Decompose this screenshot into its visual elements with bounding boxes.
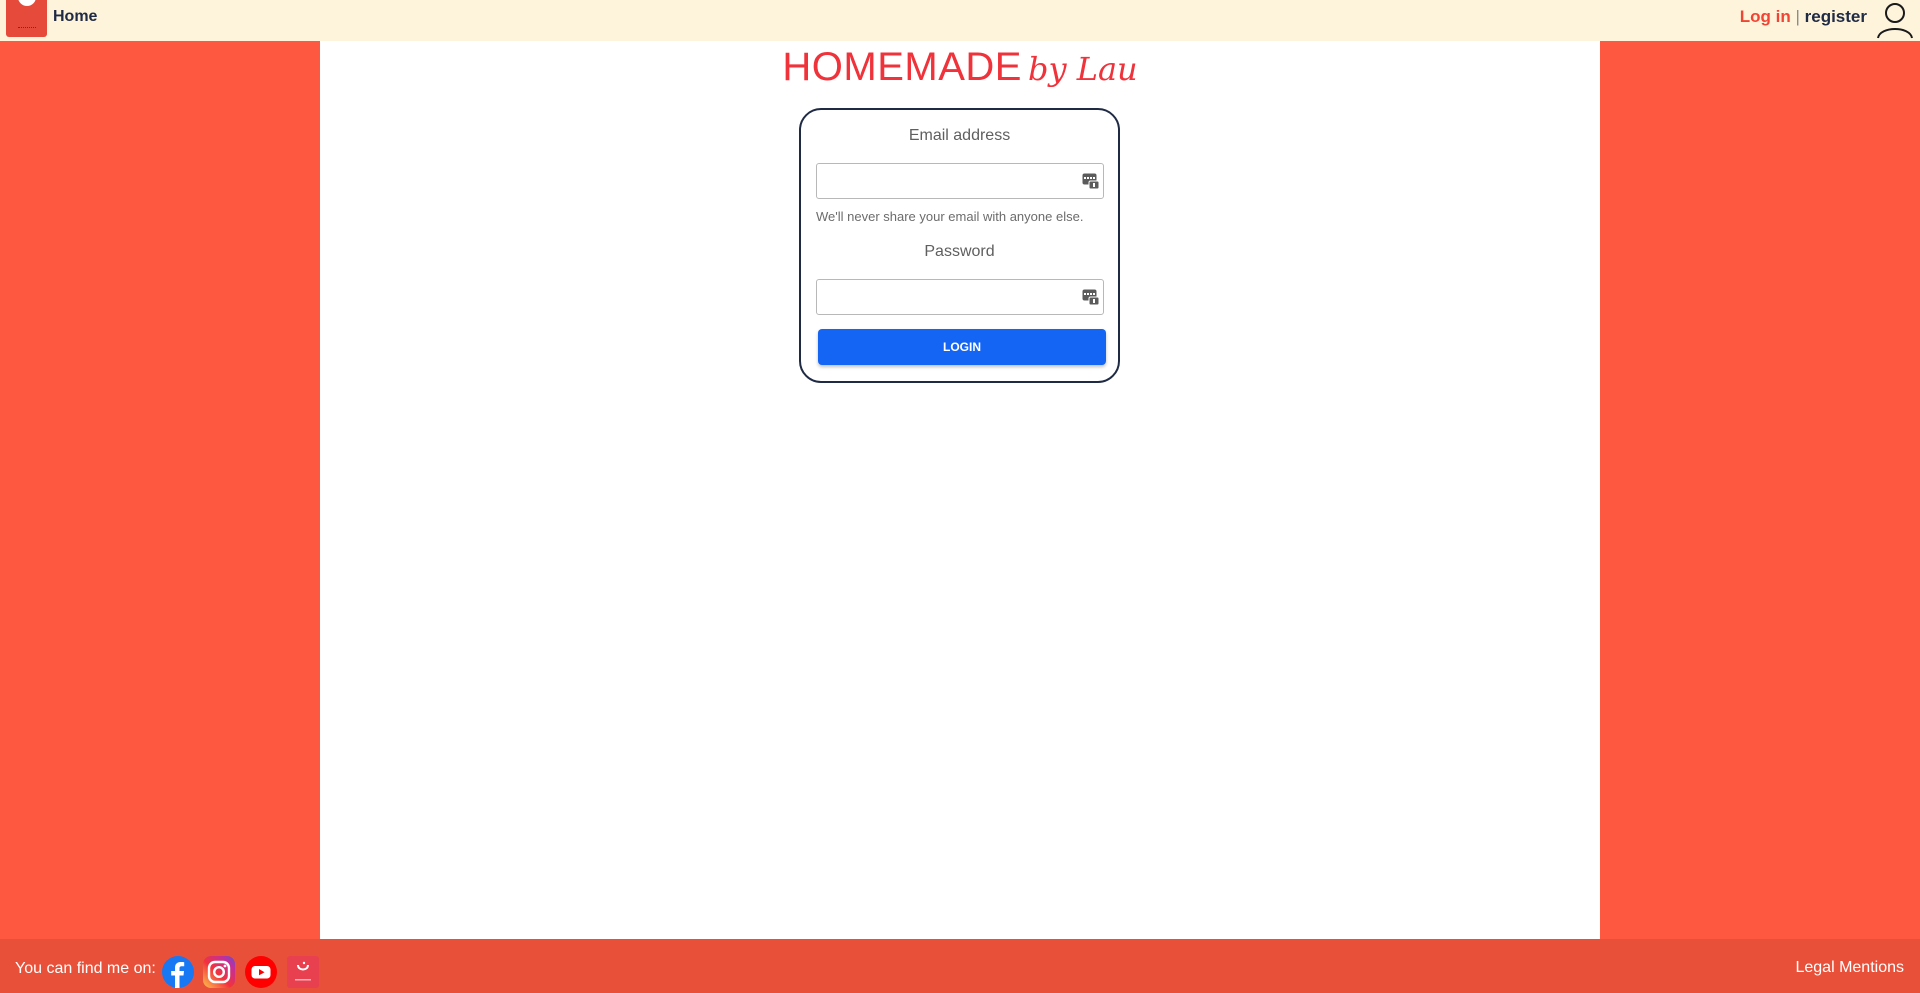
- legal-mentions-link[interactable]: Legal Mentions: [1795, 959, 1904, 977]
- email-input[interactable]: [823, 165, 1077, 199]
- marmiton-icon[interactable]: [287, 956, 319, 988]
- site-logo[interactable]: [6, 0, 47, 37]
- find-me-label: You can find me on:: [15, 960, 156, 977]
- login-button[interactable]: LOGIN: [818, 329, 1106, 365]
- auth-links: Log in | register: [1740, 7, 1867, 27]
- password-input[interactable]: [823, 281, 1077, 315]
- password-field-wrapper: [816, 279, 1104, 315]
- email-field-wrapper: [816, 163, 1104, 199]
- logo-scribble: [18, 24, 36, 28]
- login-card: Email address We'll never share your ema…: [799, 108, 1120, 383]
- youtube-icon[interactable]: [245, 956, 277, 988]
- password-manager-icon[interactable]: [1082, 289, 1099, 305]
- brand-title: HOMEMADE by Lau: [320, 45, 1600, 90]
- user-icon[interactable]: [1876, 1, 1914, 39]
- brand-by-lau: by Lau: [1027, 50, 1138, 88]
- main-content: HOMEMADE by Lau Email address We'll never…: [320, 41, 1600, 939]
- footer: You can find me on: Legal Mentions: [0, 939, 1920, 993]
- top-navbar: Home Log in | register: [0, 0, 1920, 41]
- chef-hat-icon: [18, 0, 36, 6]
- home-link[interactable]: Home: [53, 8, 97, 26]
- email-help-text: We'll never share your email with anyone…: [816, 209, 1084, 224]
- brand-homemade: HOMEMADE: [782, 45, 1022, 89]
- email-label: Email address: [908, 127, 1011, 144]
- password-manager-icon[interactable]: [1082, 173, 1099, 189]
- facebook-icon[interactable]: [162, 956, 194, 988]
- password-label: Password: [924, 243, 995, 260]
- auth-separator: |: [1795, 7, 1800, 26]
- instagram-icon[interactable]: [203, 956, 235, 988]
- login-link[interactable]: Log in: [1740, 7, 1791, 26]
- register-link[interactable]: register: [1805, 7, 1867, 26]
